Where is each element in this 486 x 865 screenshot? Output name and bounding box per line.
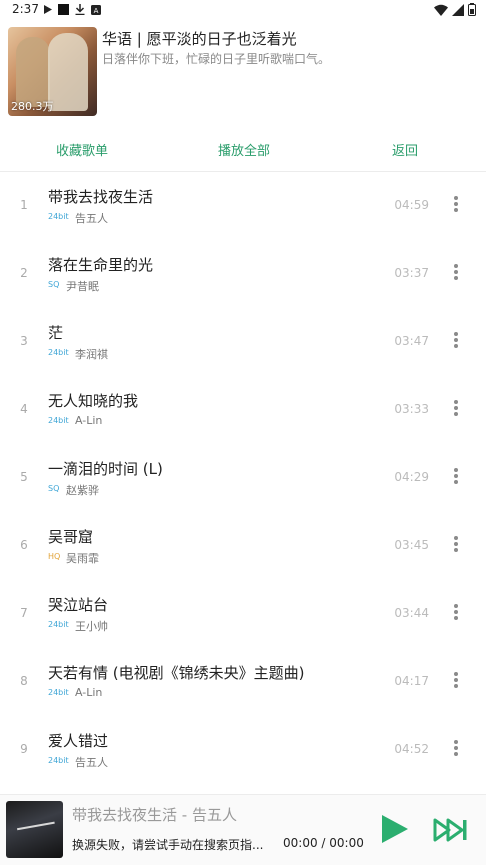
play-all-button[interactable]: 播放全部 [218,140,270,159]
more-options-icon[interactable] [450,672,462,692]
song-row[interactable]: 2 落在生命里的光 SQ 尹昔眠 03:37 [0,240,486,308]
quality-badge: 24bit [48,416,69,425]
song-artist: 告五人 [75,212,108,225]
song-index: 1 [20,198,28,212]
song-title: 天若有情 (电视剧《锦绣未央》主题曲) [48,664,305,682]
playlist-cover: 280.3万 [8,27,97,116]
back-button[interactable]: 返回 [392,140,418,159]
mini-player: 带我去找夜生活 - 告五人 换源失败，请尝试手动在搜索页指... 00:00 /… [0,794,486,865]
song-title: 一滴泪的时间 (L) [48,460,163,478]
next-track-icon[interactable] [433,817,469,843]
song-index: 8 [20,674,28,688]
more-options-icon[interactable] [450,332,462,352]
song-row[interactable]: 4 无人知晓的我 24bit A-Lin 03:33 [0,376,486,444]
song-artist: 李润祺 [75,348,108,361]
collect-playlist-button[interactable]: 收藏歌单 [56,140,108,159]
song-artist: 赵紫骅 [66,484,99,497]
more-options-icon[interactable] [450,536,462,556]
quality-badge: 24bit [48,756,69,765]
quality-badge: 24bit [48,688,69,697]
playlist-description: 日落伴你下班，忙碌的日子里听歌喘口气。 [102,52,331,66]
status-bar: 2:37 A [0,0,486,20]
play-icon[interactable] [378,813,410,845]
song-duration: 04:17 [394,674,429,688]
song-title: 哭泣站台 [48,596,109,614]
song-duration: 03:47 [394,334,429,348]
status-time: 2:37 [12,2,39,16]
song-title: 无人知晓的我 [48,392,139,410]
song-index: 9 [20,742,28,756]
download-notification-icon [75,4,85,15]
now-playing-cover[interactable] [6,801,63,858]
app-notification-icon: A [91,4,101,15]
song-row[interactable]: 3 茫 24bit 李润祺 03:47 [0,308,486,376]
song-row[interactable]: 5 一滴泪的时间 (L) SQ 赵紫骅 04:29 [0,444,486,512]
playlist-actions: 收藏歌单 播放全部 返回 [0,132,486,166]
song-title: 爱人错过 [48,732,109,750]
more-options-icon[interactable] [450,400,462,420]
square-notification-icon [58,4,69,15]
song-duration: 03:44 [394,606,429,620]
song-row[interactable]: 7 哭泣站台 24bit 王小帅 03:44 [0,580,486,648]
song-artist: 吴雨霏 [66,552,99,565]
song-artist: 告五人 [75,756,108,769]
playlist-header: 280.3万 华语 | 愿平淡的日子也泛着光 日落伴你下班，忙碌的日子里听歌喘口… [0,20,486,130]
more-options-icon[interactable] [450,196,462,216]
now-playing-title[interactable]: 带我去找夜生活 - 告五人 [72,804,237,825]
battery-icon [468,3,476,16]
song-index: 4 [20,402,28,416]
quality-badge: 24bit [48,212,69,221]
more-options-icon[interactable] [450,468,462,488]
song-duration: 03:45 [394,538,429,552]
song-index: 6 [20,538,28,552]
quality-badge: SQ [48,484,60,493]
song-index: 5 [20,470,28,484]
song-duration: 04:52 [394,742,429,756]
song-artist: 尹昔眠 [66,280,99,293]
signal-icon [452,3,464,16]
play-notification-icon [44,5,52,14]
song-title: 带我去找夜生活 [48,188,154,206]
playback-status: 换源失败，请尝试手动在搜索页指... [72,838,264,852]
song-title: 落在生命里的光 [48,256,154,274]
playlist-title: 华语 | 愿平淡的日子也泛着光 [102,30,297,48]
song-index: 3 [20,334,28,348]
song-duration: 03:33 [394,402,429,416]
song-row[interactable]: 1 带我去找夜生活 24bit 告五人 04:59 [0,172,486,240]
song-row[interactable]: 8 天若有情 (电视剧《锦绣未央》主题曲) 24bit A-Lin 04:17 [0,648,486,716]
song-title: 茫 [48,324,64,342]
wifi-icon [434,4,448,16]
play-count: 280.3万 [11,100,54,113]
more-options-icon[interactable] [450,604,462,624]
song-index: 7 [20,606,28,620]
song-artist: 王小帅 [75,620,108,633]
song-duration: 04:59 [394,198,429,212]
song-duration: 03:37 [394,266,429,280]
quality-badge: 24bit [48,348,69,357]
more-options-icon[interactable] [450,264,462,284]
playback-time: 00:00 / 00:00 [283,836,364,850]
song-artist: A-Lin [75,686,103,699]
song-title: 吴哥窟 [48,528,94,546]
song-duration: 04:29 [394,470,429,484]
quality-badge: HQ [48,552,61,561]
song-row[interactable]: 6 吴哥窟 HQ 吴雨霏 03:45 [0,512,486,580]
song-index: 2 [20,266,28,280]
more-options-icon[interactable] [450,740,462,760]
svg-text:A: A [94,7,99,15]
quality-badge: 24bit [48,620,69,629]
quality-badge: SQ [48,280,60,289]
song-row[interactable]: 9 爱人错过 24bit 告五人 04:52 [0,716,486,784]
song-artist: A-Lin [75,414,103,427]
